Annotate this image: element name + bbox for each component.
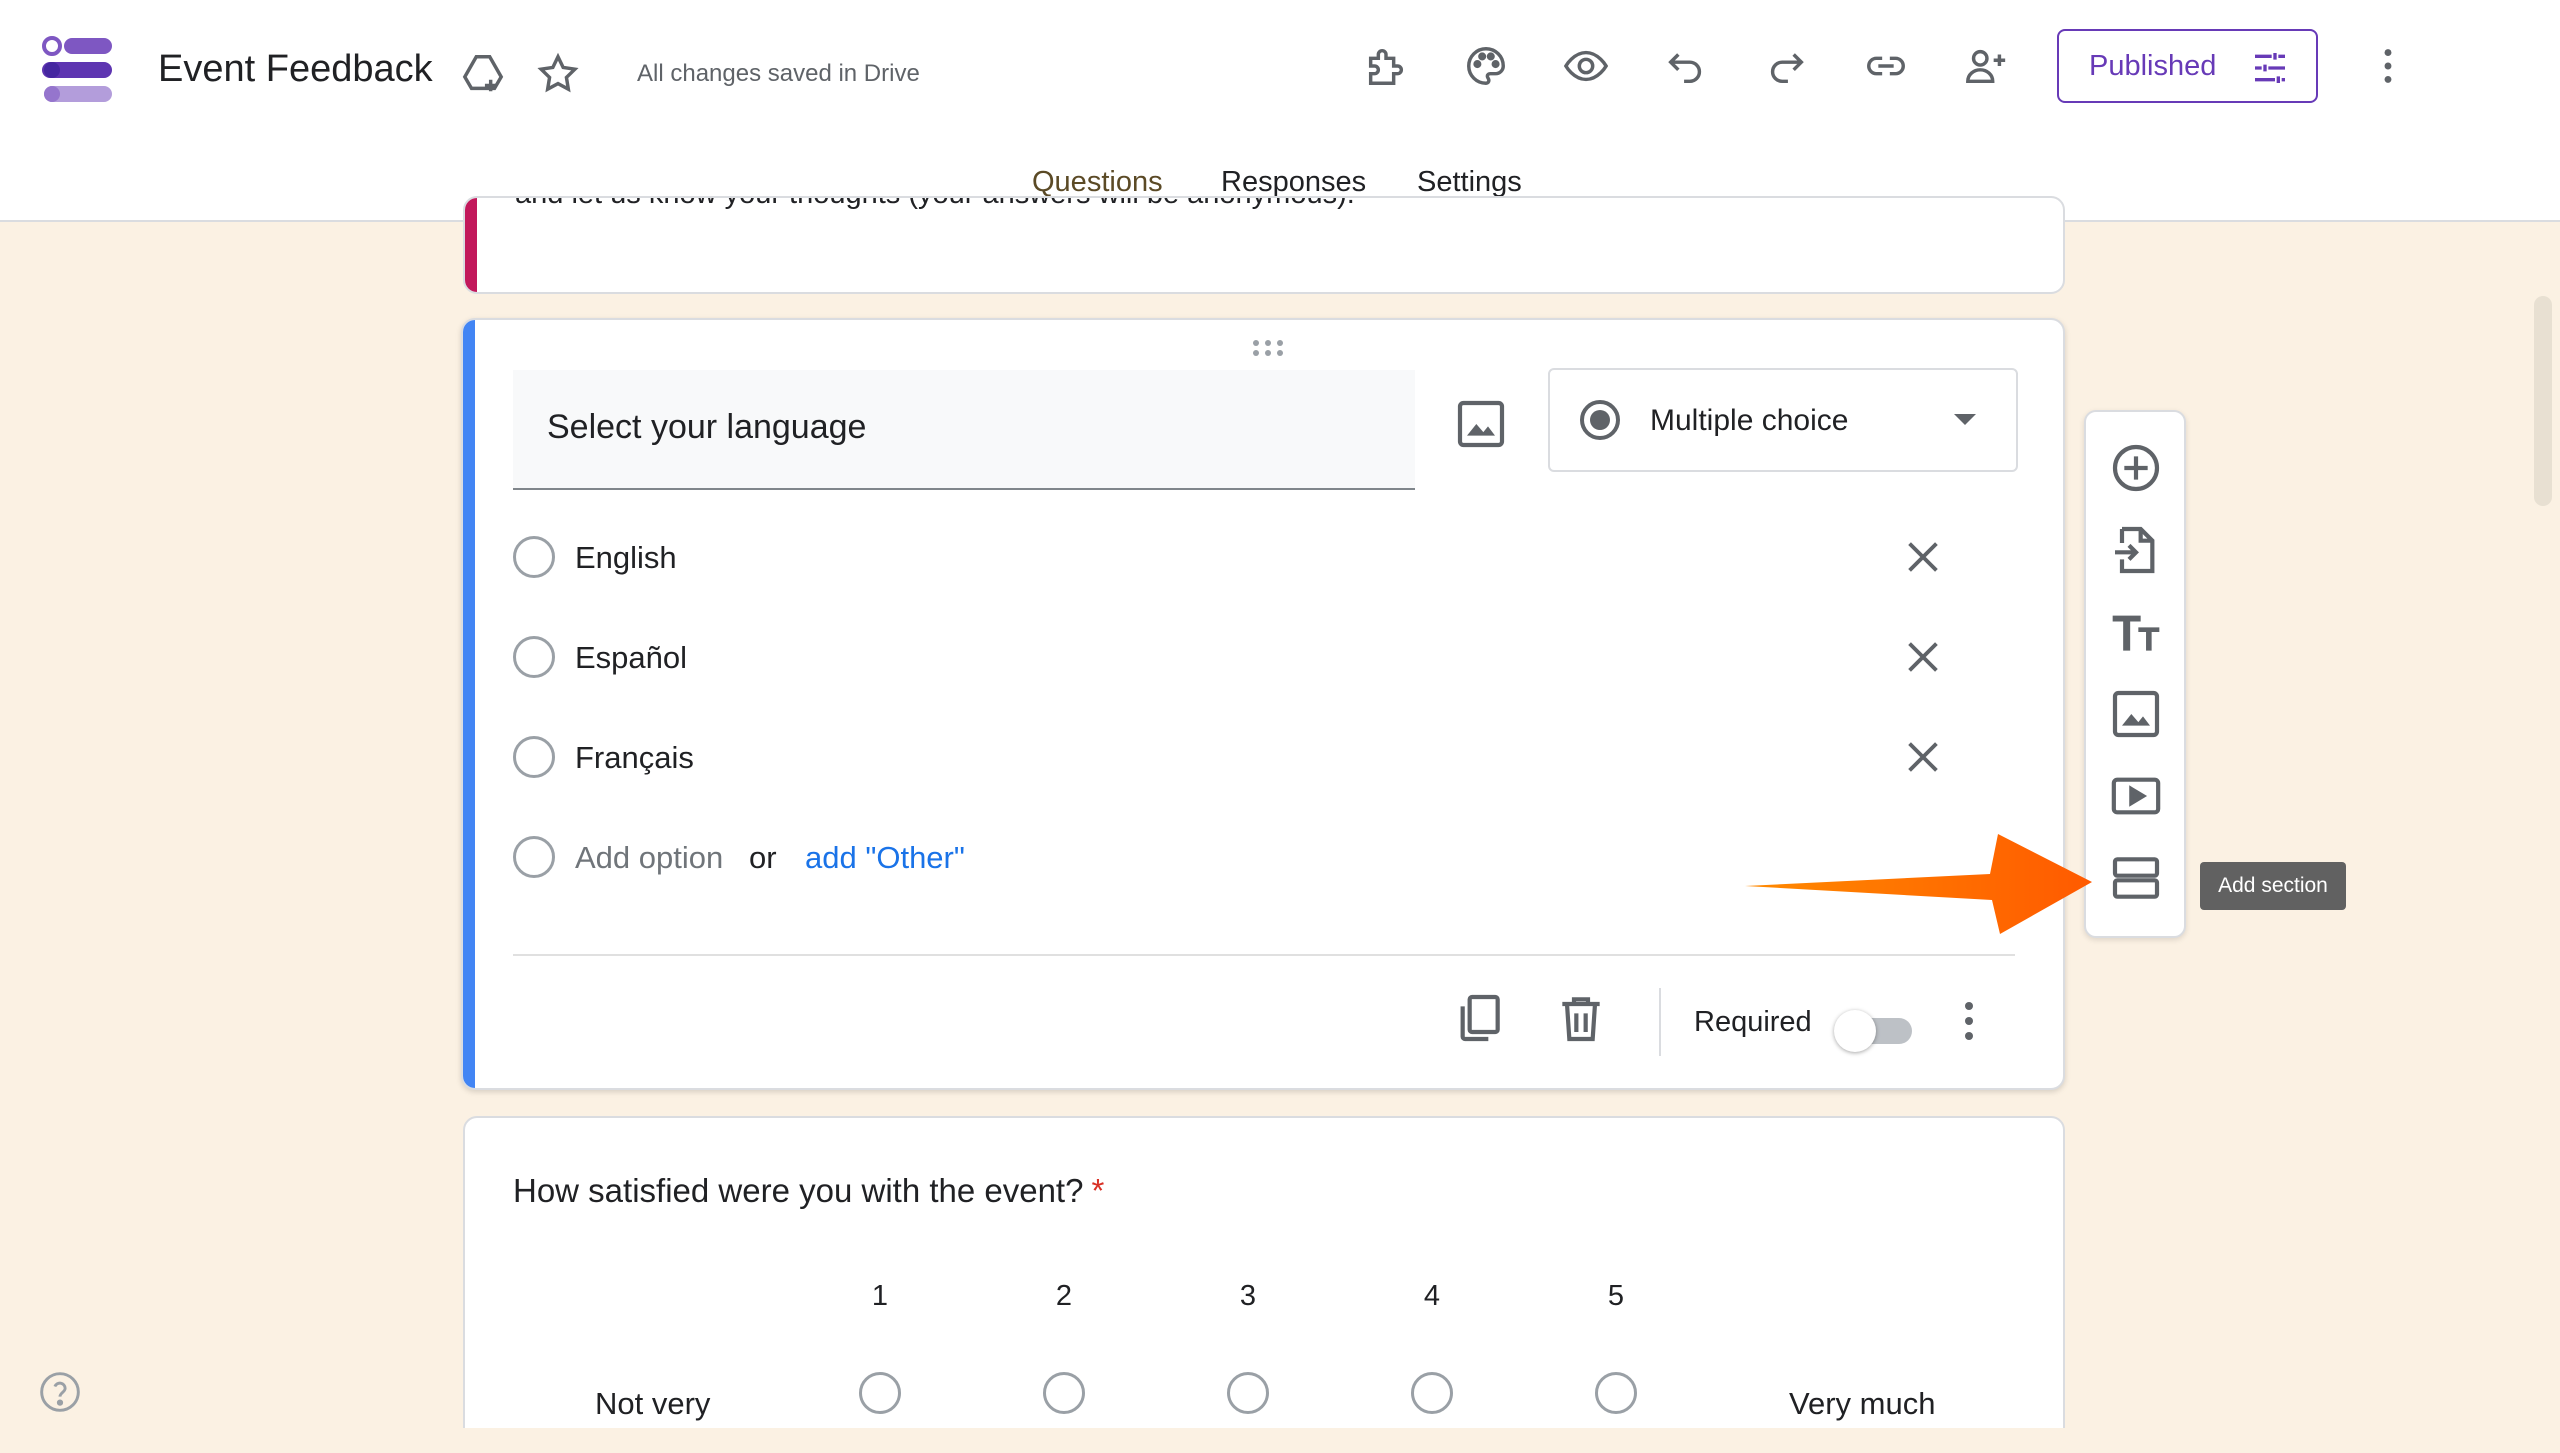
move-to-folder-icon[interactable] [453, 44, 513, 104]
tab-responses[interactable]: Responses [1221, 166, 1366, 199]
scale-radio[interactable] [1595, 1372, 1637, 1414]
option-label[interactable]: Español [575, 640, 687, 676]
toggle-knob [1834, 1010, 1876, 1052]
add-section-tooltip: Add section [2200, 862, 2346, 910]
duplicate-icon[interactable] [1451, 990, 1507, 1046]
published-label: Published [2089, 49, 2217, 82]
option-label[interactable]: Français [575, 740, 694, 776]
scale-low-label: Not very [595, 1386, 711, 1421]
tab-questions[interactable]: Questions [1032, 166, 1163, 199]
scale-number: 3 [1239, 1280, 1257, 1312]
page-bottom [0, 1428, 2560, 1453]
active-card-bar [463, 320, 475, 1088]
footer-separator [1659, 988, 1661, 1056]
option-radio [513, 636, 555, 678]
add-image-icon[interactable] [2108, 686, 2164, 742]
published-button[interactable]: Published [2057, 29, 2318, 103]
scale-number: 1 [871, 1280, 889, 1312]
drag-handle-icon[interactable] [1248, 338, 1288, 358]
radio-button-icon [1580, 400, 1620, 440]
add-option-input[interactable]: Add option [575, 840, 723, 876]
or-text: or [749, 840, 777, 875]
link-icon[interactable] [1856, 36, 1916, 96]
option-radio [513, 536, 555, 578]
form-header-card[interactable]: and let us know your thoughts (your answ… [463, 196, 2065, 294]
orange-arrow-annotation [1745, 834, 2092, 934]
question-more-icon[interactable] [1949, 996, 1989, 1046]
scale-radio[interactable] [1227, 1372, 1269, 1414]
question-card-satisfaction[interactable]: How satisfied were you with the event? * … [463, 1116, 2065, 1453]
app-header: Event Feedback All changes saved in Driv… [0, 0, 2560, 222]
form-title[interactable]: Event Feedback [158, 48, 433, 91]
option-radio [513, 736, 555, 778]
question-title-text: How satisfied were you with the event? [513, 1172, 1084, 1209]
preview-icon[interactable] [1556, 36, 1616, 96]
scale-radio[interactable] [859, 1372, 901, 1414]
question-type-label: Multiple choice [1650, 404, 1849, 437]
undo-icon[interactable] [1656, 36, 1716, 96]
card-divider [513, 954, 2015, 956]
add-title-description-icon[interactable] [2108, 604, 2164, 660]
question-title: Select your language [547, 408, 867, 446]
scale-radio[interactable] [1043, 1372, 1085, 1414]
star-icon[interactable] [528, 44, 588, 104]
add-question-icon[interactable] [2108, 440, 2164, 496]
save-status: All changes saved in Drive [637, 60, 920, 87]
scale-radio[interactable] [1411, 1372, 1453, 1414]
redo-icon[interactable] [1756, 36, 1816, 96]
palette-icon[interactable] [1456, 36, 1516, 96]
card-accent-bar [465, 198, 477, 292]
scale-number: 5 [1607, 1280, 1625, 1312]
remove-option-icon[interactable] [1900, 534, 1946, 580]
option-row[interactable]: English [513, 528, 2013, 588]
scale-number: 2 [1055, 1280, 1073, 1312]
option-row[interactable]: Français [513, 728, 2013, 788]
remove-option-icon[interactable] [1900, 634, 1946, 680]
add-collaborator-icon[interactable] [1956, 36, 2016, 96]
remove-option-icon[interactable] [1900, 734, 1946, 780]
question-title: How satisfied were you with the event? * [513, 1172, 1104, 1210]
question-card-language[interactable]: Select your language Multiple choice Eng… [461, 318, 2065, 1090]
help-icon[interactable] [38, 1370, 82, 1414]
required-asterisk: * [1091, 1172, 1105, 1209]
chevron-down-icon [1954, 414, 1976, 425]
form-description[interactable]: and let us know your thoughts (your answ… [515, 198, 1355, 211]
publish-settings-icon [2255, 53, 2285, 83]
question-type-dropdown[interactable]: Multiple choice [1548, 368, 2018, 472]
option-radio [513, 836, 555, 878]
delete-icon[interactable] [1553, 990, 1609, 1046]
option-label[interactable]: English [575, 540, 677, 576]
add-image-icon[interactable] [1453, 396, 1509, 452]
add-other-link[interactable]: add "Other" [805, 840, 965, 876]
required-label: Required [1694, 1006, 1812, 1038]
add-video-icon[interactable] [2108, 768, 2164, 824]
option-row[interactable]: Español [513, 628, 2013, 688]
scale-high-label: Very much [1789, 1386, 1936, 1421]
scale-number: 4 [1423, 1280, 1441, 1312]
add-section-icon[interactable] [2108, 850, 2164, 906]
required-toggle[interactable] [1834, 1006, 1914, 1052]
forms-logo-icon[interactable] [42, 36, 116, 104]
more-icon[interactable] [2358, 36, 2418, 96]
addons-icon[interactable] [1356, 36, 1416, 96]
question-title-field[interactable]: Select your language [513, 370, 1415, 490]
tab-settings[interactable]: Settings [1417, 166, 1522, 199]
import-questions-icon[interactable] [2108, 522, 2164, 578]
page-scrollbar[interactable] [2534, 296, 2552, 506]
